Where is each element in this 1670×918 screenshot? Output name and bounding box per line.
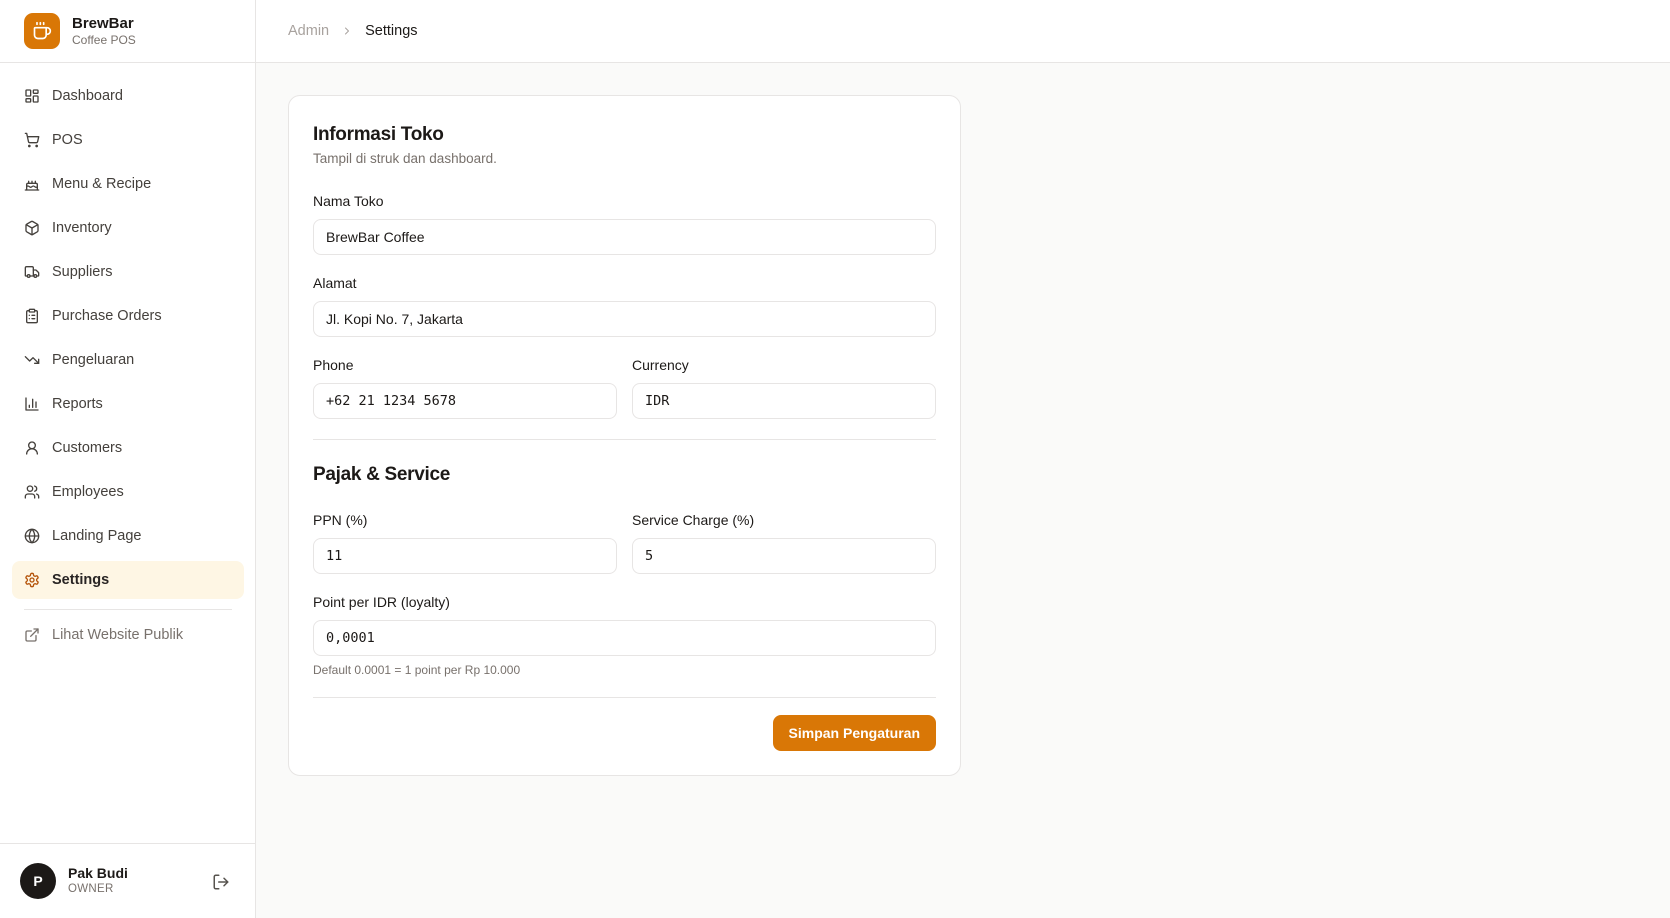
- service-charge-label: Service Charge (%): [632, 512, 755, 528]
- brand-subtitle: Coffee POS: [72, 32, 136, 47]
- dashboard-icon: [24, 88, 40, 104]
- sidebar-item-label: Settings: [52, 572, 110, 588]
- sidebar-item-reports[interactable]: Reports: [12, 385, 244, 423]
- gear-icon: [24, 572, 40, 588]
- truck-icon: [24, 264, 40, 280]
- sidebar: BrewBar Coffee POS Dashboard POS Menu & …: [0, 0, 256, 918]
- sidebar-item-label: Pengeluaran: [52, 352, 135, 368]
- settings-card: Informasi Toko Tampil di struk dan dashb…: [288, 95, 961, 776]
- sidebar-item-pengeluaran[interactable]: Pengeluaran: [12, 341, 244, 379]
- sidebar-item-dashboard[interactable]: Dashboard: [12, 77, 244, 115]
- section-divider: [313, 439, 936, 440]
- breadcrumb-admin[interactable]: Admin: [288, 23, 329, 39]
- avatar: P: [20, 863, 56, 899]
- store-name-input[interactable]: BrewBar Coffee: [313, 219, 936, 255]
- breadcrumb: Admin Settings: [288, 23, 418, 39]
- footer-divider: [313, 697, 936, 698]
- cart-icon: [24, 132, 40, 148]
- chevron-right-icon: [341, 25, 353, 37]
- sidebar-item-label: Suppliers: [52, 264, 113, 280]
- store-info-description: Tampil di struk dan dashboard.: [313, 151, 497, 166]
- sidebar-item-label: Customers: [52, 440, 123, 456]
- sidebar-item-label: POS: [52, 132, 83, 148]
- coffee-cup-icon: [24, 13, 60, 49]
- sidebar-item-label: Lihat Website Publik: [52, 627, 184, 643]
- sidebar-item-label: Purchase Orders: [52, 308, 162, 324]
- sidebar-item-label: Dashboard: [52, 88, 123, 104]
- brand: BrewBar Coffee POS: [0, 0, 255, 63]
- tax-service-title: Pajak & Service: [313, 464, 451, 485]
- cake-icon: [24, 176, 40, 192]
- trending-down-icon: [24, 352, 40, 368]
- ppn-label: PPN (%): [313, 512, 368, 528]
- ppn-input[interactable]: 11: [313, 538, 617, 574]
- store-info-title: Informasi Toko: [313, 124, 444, 145]
- sidebar-item-label: Menu & Recipe: [52, 176, 152, 192]
- globe-icon: [24, 528, 40, 544]
- store-name-label: Nama Toko: [313, 193, 384, 209]
- phone-input[interactable]: +62 21 1234 5678: [313, 383, 617, 419]
- sidebar-item-label: Landing Page: [52, 528, 142, 544]
- user-profile: P Pak Budi OWNER: [0, 843, 256, 918]
- bar-chart-icon: [24, 396, 40, 412]
- user-role: OWNER: [68, 883, 114, 895]
- breadcrumb-current: Settings: [365, 23, 418, 39]
- save-settings-button[interactable]: Simpan Pengaturan: [772, 715, 936, 751]
- sidebar-item-employees[interactable]: Employees: [12, 473, 244, 511]
- sidebar-nav: Dashboard POS Menu & Recipe Inventory Su…: [12, 77, 244, 605]
- phone-label: Phone: [313, 357, 354, 373]
- sidebar-item-landing-page[interactable]: Landing Page: [12, 517, 244, 555]
- sidebar-item-purchase-orders[interactable]: Purchase Orders: [12, 297, 244, 335]
- brand-name: BrewBar: [72, 14, 134, 32]
- topbar: Admin Settings: [256, 0, 1670, 63]
- sidebar-item-menu-recipe[interactable]: Menu & Recipe: [12, 165, 244, 203]
- logout-icon[interactable]: [212, 873, 230, 891]
- clipboard-icon: [24, 308, 40, 324]
- sidebar-item-customers[interactable]: Customers: [12, 429, 244, 467]
- sidebar-item-settings[interactable]: Settings: [12, 561, 244, 599]
- address-label: Alamat: [313, 275, 357, 291]
- sidebar-item-label: Employees: [52, 484, 124, 500]
- service-charge-input[interactable]: 5: [632, 538, 936, 574]
- users-icon: [24, 484, 40, 500]
- package-icon: [24, 220, 40, 236]
- currency-input[interactable]: IDR: [632, 383, 936, 419]
- loyalty-point-input[interactable]: 0,0001: [313, 620, 936, 656]
- external-link-icon: [24, 627, 40, 643]
- loyalty-point-hint: Default 0.0001 = 1 point per Rp 10.000: [313, 663, 521, 677]
- user-name: Pak Budi: [68, 865, 128, 881]
- sidebar-item-inventory[interactable]: Inventory: [12, 209, 244, 247]
- currency-label: Currency: [632, 357, 689, 373]
- sidebar-divider: [24, 609, 232, 610]
- address-input[interactable]: Jl. Kopi No. 7, Jakarta: [313, 301, 936, 337]
- loyalty-point-label: Point per IDR (loyalty): [313, 594, 450, 610]
- sidebar-item-public-website[interactable]: Lihat Website Publik: [12, 616, 244, 654]
- sidebar-item-suppliers[interactable]: Suppliers: [12, 253, 244, 291]
- sidebar-item-pos[interactable]: POS: [12, 121, 244, 159]
- sidebar-item-label: Inventory: [52, 220, 112, 236]
- sidebar-item-label: Reports: [52, 396, 103, 412]
- user-icon: [24, 440, 40, 456]
